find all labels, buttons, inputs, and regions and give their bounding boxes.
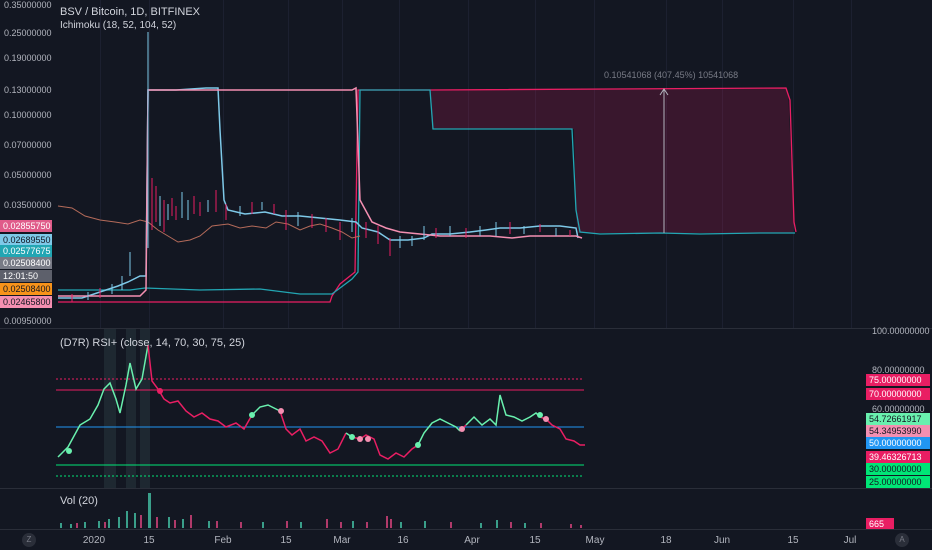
volume-chart bbox=[60, 493, 582, 528]
rsi-pane[interactable]: (D7R) RSI+ (close, 14, 70, 30, 75, 25) 1… bbox=[0, 326, 932, 488]
time-tick: Feb bbox=[214, 535, 232, 546]
time-tick: Mar bbox=[333, 535, 351, 546]
rsi-tag-25: 25.00000000 bbox=[866, 476, 930, 488]
price-tick: 0.35000000 bbox=[4, 0, 52, 10]
price-tick: 0.10000000 bbox=[4, 110, 52, 120]
volume-title[interactable]: Vol (20) bbox=[60, 495, 98, 507]
pane-separator bbox=[0, 529, 932, 530]
price-tick: 0.19000000 bbox=[4, 53, 52, 63]
rsi-tag-75: 75.00000000 bbox=[866, 374, 930, 386]
ichimoku-chart bbox=[57, 32, 797, 303]
price-tick: 0.25000000 bbox=[4, 28, 52, 38]
time-tick: 15 bbox=[787, 535, 799, 546]
rsi-tag-70: 70.00000000 bbox=[866, 388, 930, 400]
price-tag-close: 0.02508400 bbox=[0, 283, 52, 295]
time-tick: 15 bbox=[529, 535, 541, 546]
time-tick: 15 bbox=[280, 535, 292, 546]
rsi-tick: 100.00000000 bbox=[872, 326, 930, 336]
price-tick: 0.13000000 bbox=[4, 85, 52, 95]
rsi-tag-signal: 54.34953990 bbox=[866, 425, 930, 437]
time-tick: Jul bbox=[843, 535, 857, 546]
indicator-title[interactable]: Ichimoku (18, 52, 104, 52) bbox=[60, 20, 176, 31]
price-tick: 0.00950000 bbox=[4, 316, 52, 326]
price-tag-span-b: 0.02577675 bbox=[0, 245, 52, 257]
countdown-tag: 12:01:50 bbox=[0, 270, 52, 282]
rsi-title[interactable]: (D7R) RSI+ (close, 14, 70, 30, 75, 25) bbox=[60, 337, 245, 349]
price-tick: 0.05000000 bbox=[4, 170, 52, 180]
time-tick: May bbox=[585, 535, 605, 546]
measure-label: 0.10541068 (407.45%) 10541068 bbox=[604, 70, 739, 80]
volume-pane[interactable]: Vol (20) 665 bbox=[0, 489, 932, 530]
zoom-button[interactable]: Z bbox=[22, 533, 36, 547]
time-tick: 18 bbox=[660, 535, 672, 546]
price-tick: 0.03500000 bbox=[4, 200, 52, 210]
rsi-chart bbox=[56, 329, 585, 488]
price-tag-span-a: 0.02465800 bbox=[0, 296, 52, 308]
rsi-tag-30: 30.00000000 bbox=[866, 463, 930, 475]
time-tick: 2020 bbox=[82, 535, 106, 546]
rsi-tag-50: 50.00000000 bbox=[866, 437, 930, 449]
auto-scale-button[interactable]: A bbox=[895, 533, 909, 547]
price-tag-kijun: 0.02855750 bbox=[0, 220, 52, 232]
rsi-tag-value: 54.72661917 bbox=[866, 413, 930, 425]
price-tag-last: 0.02508400 bbox=[0, 257, 52, 269]
time-tick: Jun bbox=[713, 535, 731, 546]
rsi-tag-current: 39.46326713 bbox=[866, 451, 930, 463]
time-tick: 16 bbox=[397, 535, 409, 546]
time-tick: 15 bbox=[143, 535, 155, 546]
time-tick: Apr bbox=[464, 535, 480, 546]
symbol-title[interactable]: BSV / Bitcoin, 1D, BITFINEX bbox=[60, 6, 200, 18]
price-tick: 0.07000000 bbox=[4, 140, 52, 150]
main-chart-pane[interactable]: BSV / Bitcoin, 1D, BITFINEX Ichimoku (18… bbox=[0, 0, 932, 328]
